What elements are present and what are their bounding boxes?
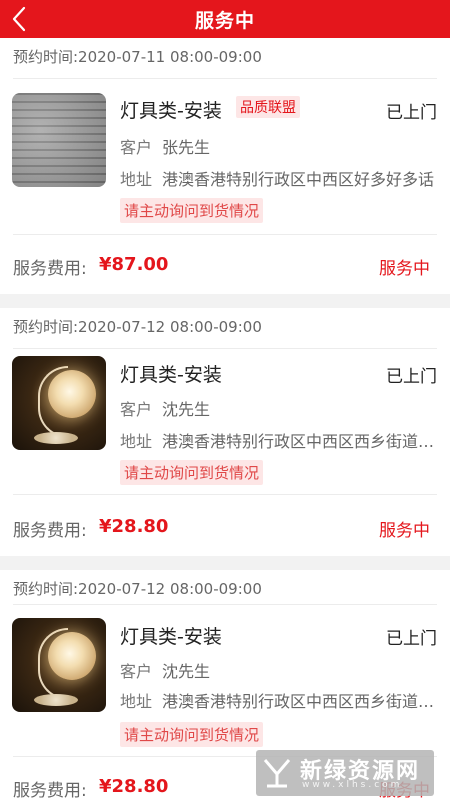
customer-name: 沈先生 — [162, 400, 211, 419]
divider — [13, 78, 437, 79]
lamp-globe — [48, 370, 96, 418]
product-thumbnail — [12, 93, 106, 187]
lamp-base — [34, 694, 78, 706]
card-separator — [0, 294, 450, 308]
watermark-subtext: www.xlhs.com — [302, 780, 403, 790]
watermark: 新绿资源网 www.xlhs.com — [256, 750, 434, 796]
fee-label: 服务费用: — [13, 521, 87, 541]
divider — [13, 234, 437, 235]
address-row: 地址 港澳香港特别行政区中西区西乡街道宝... — [120, 428, 438, 452]
service-title: 灯具类-安装 — [120, 364, 222, 386]
lamp-base — [34, 432, 78, 444]
address-text: 港澳香港特别行政区中西区好多好多话 — [162, 170, 435, 189]
service-status: 服务中 — [379, 521, 430, 541]
fee-label: 服务费用: — [13, 781, 87, 800]
product-thumbnail — [12, 618, 106, 712]
watermark-logo-icon — [263, 759, 291, 788]
product-thumbnail — [12, 356, 106, 450]
fee-amount: ¥28.80 — [99, 516, 169, 537]
address-row: 地址 港澳香港特别行政区中西区好多好多话 — [120, 166, 438, 190]
arrival-notice: 请主动询问到货情况 — [120, 198, 264, 223]
address-label: 地址 — [120, 170, 153, 189]
divider — [13, 494, 437, 495]
address-text: 港澳香港特别行政区中西区西乡街道宝... — [162, 692, 438, 711]
customer-name: 张先生 — [162, 138, 211, 157]
quality-tag: 品质联盟 — [236, 96, 300, 118]
door-status: 已上门 — [386, 629, 437, 649]
fee-amount: ¥87.00 — [99, 254, 169, 275]
appointment-time: 预约时间:2020-07-12 08:00-09:00 — [13, 580, 262, 598]
order-card[interactable]: 预约时间:2020-07-12 08:00-09:00 灯具类-安装 已上门 客… — [0, 308, 450, 556]
customer-label: 客户 — [120, 662, 153, 681]
customer-row: 客户 张先生 — [120, 134, 210, 158]
divider — [13, 348, 437, 349]
fee-label: 服务费用: — [13, 259, 87, 279]
door-status: 已上门 — [386, 367, 437, 387]
arrival-notice: 请主动询问到货情况 — [120, 722, 264, 747]
customer-label: 客户 — [120, 400, 153, 419]
service-title: 灯具类-安装 — [120, 626, 222, 648]
service-title: 灯具类-安装 — [120, 100, 222, 122]
address-label: 地址 — [120, 432, 153, 451]
lamp-globe — [48, 632, 96, 680]
address-row: 地址 港澳香港特别行政区中西区西乡街道宝... — [120, 688, 438, 712]
customer-row: 客户 沈先生 — [120, 396, 210, 420]
fee-amount: ¥28.80 — [99, 776, 169, 797]
address-label: 地址 — [120, 692, 153, 711]
page-title: 服务中 — [194, 10, 255, 32]
customer-label: 客户 — [120, 138, 153, 157]
arrival-notice: 请主动询问到货情况 — [120, 460, 264, 485]
appointment-time: 预约时间:2020-07-11 08:00-09:00 — [13, 48, 262, 66]
customer-name: 沈先生 — [162, 662, 211, 681]
service-status: 服务中 — [379, 259, 430, 279]
customer-row: 客户 沈先生 — [120, 658, 210, 682]
card-separator — [0, 556, 450, 570]
door-status: 已上门 — [386, 103, 437, 123]
app-header: 服务中 — [0, 0, 450, 38]
order-card[interactable]: 预约时间:2020-07-11 08:00-09:00 灯具类-安装 品质联盟 … — [0, 38, 450, 294]
appointment-time: 预约时间:2020-07-12 08:00-09:00 — [13, 318, 262, 336]
address-text: 港澳香港特别行政区中西区西乡街道宝... — [162, 432, 438, 451]
divider — [13, 604, 437, 605]
